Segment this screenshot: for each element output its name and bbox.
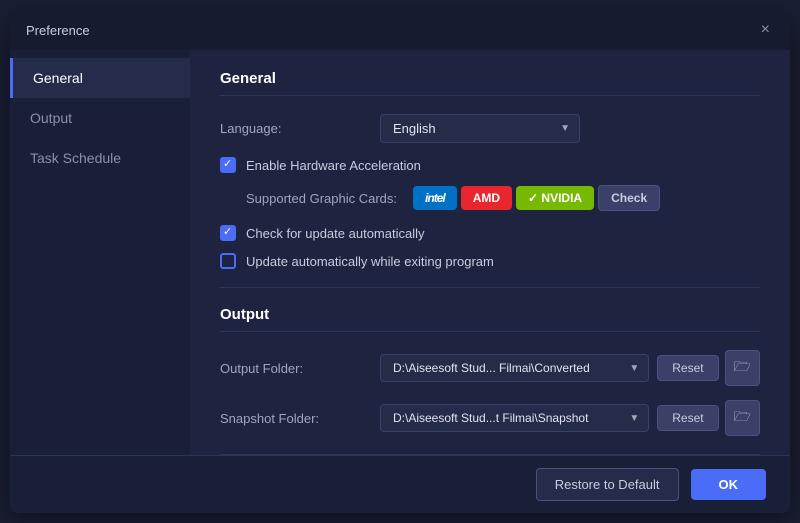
- sidebar-item-taskschedule[interactable]: Task Schedule: [10, 138, 190, 178]
- sidebar-item-general[interactable]: General: [10, 58, 190, 98]
- check-gpu-button[interactable]: Check: [598, 185, 660, 211]
- ok-button[interactable]: OK: [691, 469, 767, 500]
- amd-label: AMD: [473, 191, 500, 205]
- output-folder-reset-button[interactable]: Reset: [657, 355, 718, 381]
- check-update-checkbox[interactable]: [220, 225, 236, 241]
- hardware-accel-checkbox[interactable]: [220, 157, 236, 173]
- check-update-label[interactable]: Check for update automatically: [246, 226, 424, 241]
- check-update-row: Check for update automatically: [220, 225, 760, 241]
- nvidia-label: ✓ NVIDIA: [528, 191, 582, 205]
- close-button[interactable]: ×: [757, 20, 774, 40]
- snapshot-folder-select[interactable]: D:\Aiseesoft Stud...t Filmai\Snapshot: [380, 404, 649, 432]
- nvidia-button[interactable]: ✓ NVIDIA: [516, 186, 594, 210]
- output-folder-label: Output Folder:: [220, 361, 380, 376]
- output-section-title: Output: [220, 306, 760, 332]
- output-folder-select-wrapper: D:\Aiseesoft Stud... Filmai\Converted ▼: [380, 354, 649, 382]
- language-select-wrapper: English Chinese French German Spanish ▼: [380, 114, 580, 143]
- snapshot-folder-select-wrapper: D:\Aiseesoft Stud...t Filmai\Snapshot ▼: [380, 404, 649, 432]
- auto-update-checkbox[interactable]: [220, 253, 236, 269]
- gpu-row: Supported Graphic Cards: intel AMD ✓ NVI…: [220, 185, 760, 211]
- amd-button[interactable]: AMD: [461, 186, 512, 210]
- main-content: General Language: English Chinese French…: [190, 50, 790, 455]
- snapshot-folder-label: Snapshot Folder:: [220, 411, 380, 426]
- snapshot-folder-reset-button[interactable]: Reset: [657, 405, 718, 431]
- snapshot-folder-browse-button[interactable]: 🗁: [725, 400, 760, 436]
- hardware-accel-label[interactable]: Enable Hardware Acceleration: [246, 158, 421, 173]
- output-folder-browse-button[interactable]: 🗁: [725, 350, 760, 386]
- hardware-accel-row: Enable Hardware Acceleration: [220, 157, 760, 173]
- output-folder-row: Output Folder: D:\Aiseesoft Stud... Film…: [220, 350, 760, 386]
- section-divider: [220, 287, 760, 288]
- title-bar: Preference ×: [10, 10, 790, 50]
- snapshot-folder-row: Snapshot Folder: D:\Aiseesoft Stud...t F…: [220, 400, 760, 436]
- snapshot-folder-icon: 🗁: [734, 408, 751, 424]
- restore-defaults-button[interactable]: Restore to Default: [536, 468, 679, 501]
- gpu-label: Supported Graphic Cards:: [246, 191, 397, 206]
- intel-icon: intel: [425, 191, 445, 205]
- sidebar-item-output[interactable]: Output: [10, 98, 190, 138]
- language-row: Language: English Chinese French German …: [220, 114, 760, 143]
- language-select[interactable]: English Chinese French German Spanish: [380, 114, 580, 143]
- dialog-content: General Output Task Schedule General Lan…: [10, 50, 790, 455]
- intel-button[interactable]: intel: [413, 186, 457, 210]
- folder-icon: 🗁: [734, 358, 751, 374]
- sidebar: General Output Task Schedule: [10, 50, 190, 455]
- auto-update-label[interactable]: Update automatically while exiting progr…: [246, 254, 494, 269]
- preference-dialog: Preference × General Output Task Schedul…: [10, 10, 790, 513]
- auto-update-row: Update automatically while exiting progr…: [220, 253, 760, 269]
- language-label: Language:: [220, 121, 380, 136]
- general-section-title: General: [220, 70, 760, 96]
- dialog-footer: Restore to Default OK: [10, 455, 790, 513]
- dialog-title: Preference: [26, 23, 90, 38]
- output-folder-select[interactable]: D:\Aiseesoft Stud... Filmai\Converted: [380, 354, 649, 382]
